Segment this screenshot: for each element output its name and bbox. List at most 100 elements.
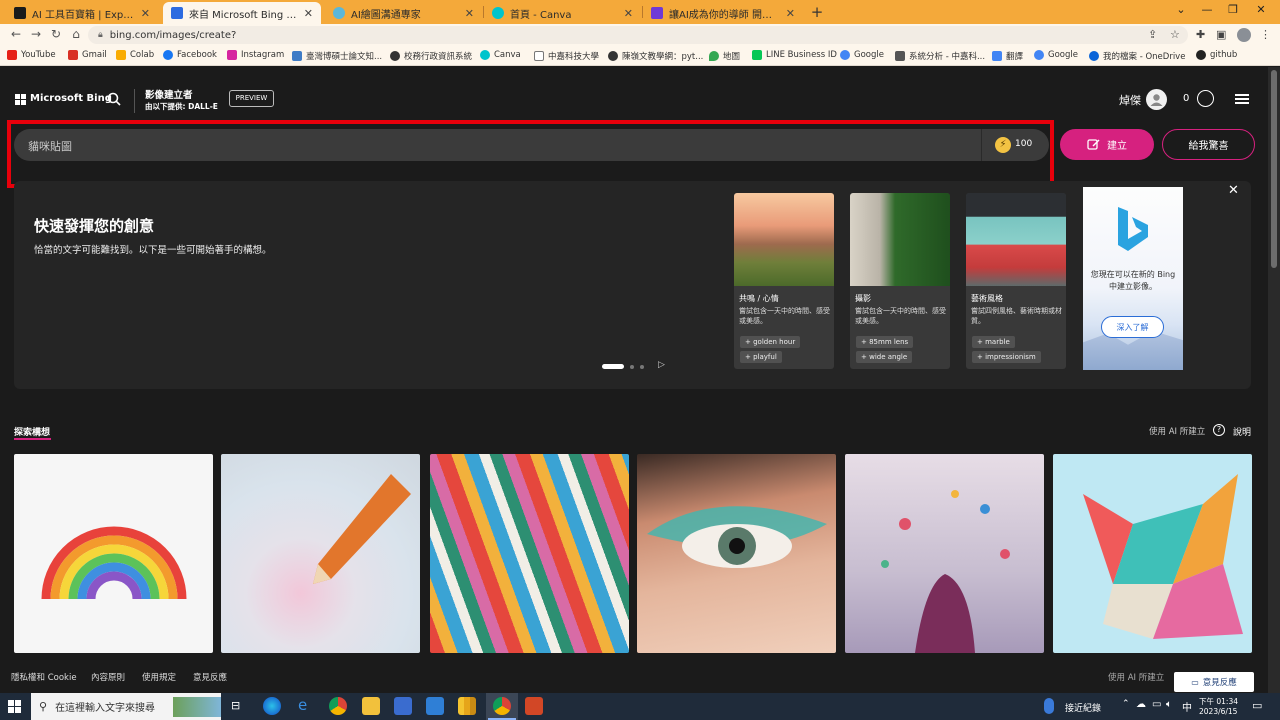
share-icon[interactable]: ⇪ (1148, 28, 1157, 41)
network-icon[interactable]: ▭ (1152, 699, 1161, 710)
home-icon[interactable]: ⌂ (68, 27, 84, 41)
bookmark-thesis[interactable]: 臺灣博碩士論文知... (292, 50, 382, 62)
cloud-icon[interactable]: ☁ (1136, 699, 1146, 710)
clock-date[interactable]: 2023/6/15 (1199, 707, 1237, 716)
scrollbar-thumb[interactable] (1271, 70, 1277, 268)
close-tab-icon[interactable]: ✕ (786, 7, 795, 20)
rainbow-paper-tile[interactable] (14, 454, 213, 653)
close-icon[interactable]: ✕ (1228, 183, 1239, 198)
bookmark-university[interactable]: 中嘉科技大學 (534, 50, 599, 62)
user-avatar[interactable] (1146, 89, 1167, 110)
help-icon[interactable]: ? (1213, 424, 1225, 436)
keyword-chip[interactable]: + playful (740, 351, 782, 363)
rewards-count[interactable]: 0 (1183, 93, 1189, 104)
footer-link-content-policy[interactable]: 內容原則 (91, 671, 125, 683)
bookmark-youtube[interactable]: YouTube (7, 50, 56, 60)
bookmark-google-2[interactable]: Google (1034, 50, 1078, 60)
bookmark-gmail[interactable]: Gmail (68, 50, 107, 60)
bookmark-line-business[interactable]: LINE Business ID (752, 50, 837, 60)
profile-avatar[interactable] (1237, 28, 1251, 42)
mail-icon[interactable] (426, 697, 444, 715)
bookmark-github[interactable]: github (1196, 50, 1237, 60)
tab-canva[interactable]: 首頁 - Canva ✕ (484, 2, 641, 24)
footer-link-privacy[interactable]: 隱私權和 Cookie (11, 671, 77, 683)
restore-button[interactable]: ❐ (1218, 3, 1248, 16)
volume-icon[interactable]: 🔈︎ (1166, 699, 1172, 710)
footer-link-feedback[interactable]: 意見反應 (193, 671, 227, 683)
tab-ai-mentor[interactable]: 讓AI成為你的導師 開啟一場智能 ✕ (643, 2, 803, 24)
colorful-ribbons-tile[interactable] (430, 454, 629, 653)
bookmark-translate[interactable]: 翻譯 (992, 50, 1023, 62)
new-bing-promo-card[interactable]: 您現在可以在新的 Bing 中建立影像。 深入了解 (1083, 187, 1183, 370)
windows-start-icon[interactable] (8, 700, 22, 714)
paper-fox-tile[interactable] (1053, 454, 1252, 653)
carousel-dot[interactable] (640, 365, 644, 369)
keyword-chip[interactable]: + golden hour (740, 336, 801, 348)
task-view-icon[interactable]: ⊟ (231, 699, 240, 712)
extensions-puzzle-icon[interactable]: ✚ (1196, 28, 1205, 41)
rewards-medal-icon[interactable] (1197, 90, 1214, 107)
ime-mode[interactable]: 中 (1182, 699, 1192, 714)
surprise-me-button[interactable]: 給我驚喜 (1162, 129, 1255, 160)
carousel-dot[interactable] (630, 365, 634, 369)
back-arrow-icon[interactable]: ← (8, 27, 24, 41)
tip-card-art-style[interactable]: 藝術風格 嘗試四例風格、藝術時期或材質。 + marble + impressi… (966, 193, 1066, 369)
reload-icon[interactable]: ↻ (48, 27, 64, 41)
address-bar[interactable]: 🔒︎ bing.com/images/create? (88, 26, 1188, 44)
keyword-chip[interactable]: + 85mm lens (856, 336, 914, 348)
feedback-button[interactable]: ▭ 意見反應 (1174, 672, 1254, 692)
tip-card-mood[interactable]: 共鳴 / 心情 嘗試包含一天中的時間、感受或美感。 + golden hour … (734, 193, 834, 369)
close-tab-icon[interactable]: ✕ (304, 7, 313, 20)
bookmark-facebook[interactable]: Facebook (163, 50, 217, 60)
chrome-icon[interactable] (329, 697, 347, 715)
weather-text[interactable]: 接近紀錄 (1065, 701, 1101, 714)
search-icon[interactable] (107, 92, 121, 106)
create-button[interactable]: 建立 (1060, 129, 1154, 160)
bing-brand[interactable]: Microsoft Bing (30, 93, 112, 104)
carousel-dot-active[interactable] (602, 364, 624, 369)
file-explorer-icon[interactable] (362, 697, 380, 715)
microsoft-store-icon[interactable] (394, 697, 412, 715)
weather-thermometer-icon[interactable] (1044, 698, 1054, 714)
close-tab-icon[interactable]: ✕ (141, 7, 150, 20)
tab-bing-image-creator[interactable]: 來自 Microsoft Bing 的影像建立 ✕ (163, 2, 321, 24)
microsoft-logo-icon[interactable] (15, 94, 26, 105)
user-name[interactable]: 焯傑 (1119, 92, 1141, 108)
bookmark-school-admin[interactable]: 校務行政資訊系統 (390, 50, 472, 62)
paint-splash-tile[interactable] (845, 454, 1044, 653)
keyword-chip[interactable]: + impressionism (972, 351, 1041, 363)
bookmark-instagram[interactable]: Instagram (227, 50, 284, 60)
side-panel-icon[interactable]: ▣ (1216, 28, 1226, 41)
tip-card-photography[interactable]: 攝影 嘗試包含一天中的時間、感受或美感。 + 85mm lens + wide … (850, 193, 950, 369)
chrome-menu-icon[interactable]: ⋮ (1260, 28, 1271, 41)
explore-tab[interactable]: 探索構想 (14, 425, 50, 438)
keyword-chip[interactable]: + wide angle (856, 351, 913, 363)
new-tab-button[interactable]: + (808, 3, 826, 21)
hamburger-menu-icon[interactable] (1235, 94, 1249, 104)
bookmark-maps[interactable]: 地圖 (709, 50, 740, 62)
power-bi-icon[interactable] (458, 697, 476, 715)
bookmark-canva[interactable]: Canva (480, 50, 521, 60)
keyword-chip[interactable]: + marble (972, 336, 1015, 348)
bookmark-python-course[interactable]: 陳嶺文教學網：pyt... (608, 50, 703, 62)
powerpoint-icon[interactable] (525, 697, 543, 715)
learn-more-button[interactable]: 深入了解 (1101, 316, 1164, 338)
close-tab-icon[interactable]: ✕ (624, 7, 633, 20)
carousel-next-icon[interactable]: ▷ (658, 360, 665, 370)
close-window-button[interactable]: ✕ (1246, 3, 1276, 16)
clock-time[interactable]: 下午 01:34 (1199, 696, 1238, 707)
chrome-active-icon[interactable] (493, 697, 511, 715)
bookmark-system-analysis[interactable]: 系統分析 - 中嘉科... (895, 50, 985, 62)
internet-explorer-icon[interactable]: e (298, 696, 307, 714)
bookmark-onedrive[interactable]: 我的檔案 - OneDrive (1089, 50, 1185, 62)
tab-explainthis[interactable]: AI 工具百寶箱 | ExplainThis ✕ (6, 2, 158, 24)
tray-chevron-up-icon[interactable]: ⌃ (1122, 699, 1130, 709)
bookmark-google[interactable]: Google (840, 50, 884, 60)
forward-arrow-icon[interactable]: → (28, 27, 44, 41)
help-link[interactable]: 說明 (1233, 425, 1251, 438)
eye-makeup-tile[interactable] (637, 454, 836, 653)
tab-ai-drawing-expert[interactable]: AI繪圖溝通專家 ✕ (325, 2, 482, 24)
footer-link-terms[interactable]: 使用規定 (142, 671, 176, 683)
bookmark-star-icon[interactable]: ☆ (1170, 28, 1180, 41)
notification-icon[interactable]: ▭ (1252, 699, 1262, 712)
